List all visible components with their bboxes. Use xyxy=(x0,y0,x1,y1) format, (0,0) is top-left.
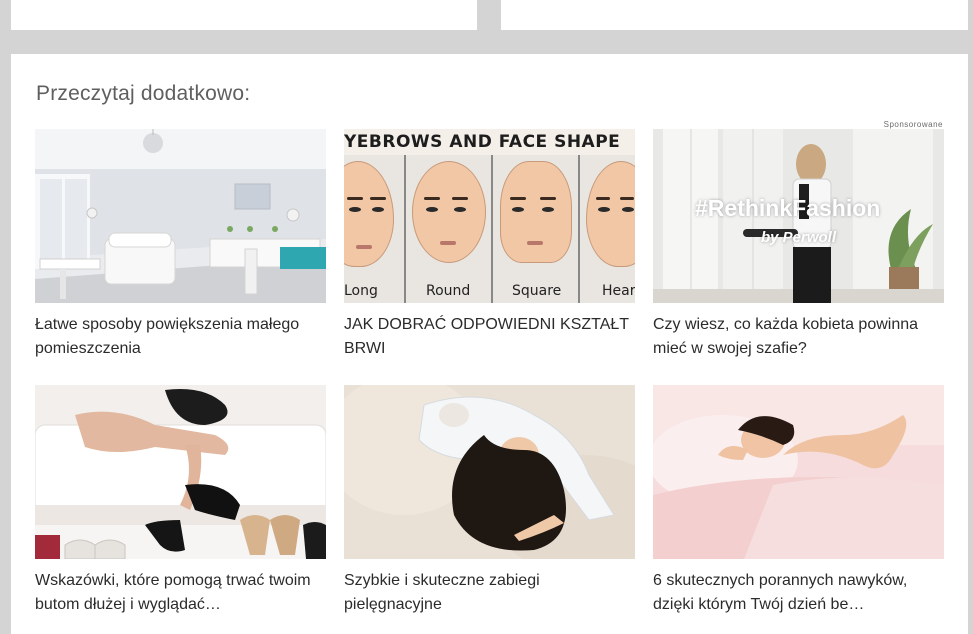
living-room-image xyxy=(35,129,326,303)
article-card-morning-habits[interactable]: 6 skutecznych porannych nawyków, dzięki … xyxy=(653,385,944,617)
article-card-beauty-treatments[interactable]: Szybkie i skuteczne zabiegi pielęgnacyjn… xyxy=(344,385,635,617)
article-card-eyebrows[interactable]: YEBROWS AND FACE SHAPE Long Round Square… xyxy=(344,129,635,361)
sleeping-woman-image xyxy=(653,385,944,559)
top-card-right xyxy=(501,0,968,30)
fashion-ad-image: #RethinkFashion by Perwoll xyxy=(653,129,944,303)
woman-on-rug-image xyxy=(344,385,635,559)
article-card-small-room[interactable]: Łatwe sposoby powiększenia małego pomies… xyxy=(35,129,326,361)
face-shapes-image: YEBROWS AND FACE SHAPE Long Round Square… xyxy=(344,129,635,303)
face-label: Square xyxy=(512,283,562,299)
shoes-image xyxy=(35,385,326,559)
ad-hashtag: #RethinkFashion xyxy=(695,195,881,221)
article-title[interactable]: JAK DOBRAĆ ODPOWIEDNI KSZTAŁT BRWI xyxy=(344,313,635,361)
face-label: Round xyxy=(426,283,471,299)
faces-panel: Long Round Square Hear xyxy=(344,155,635,303)
article-title[interactable]: Czy wiesz, co każda kobieta powinna mieć… xyxy=(653,313,944,361)
section-title: Przeczytaj dodatkowo: xyxy=(36,82,251,105)
face-label: Long xyxy=(344,283,378,299)
article-card-wardrobe-sponsored[interactable]: #RethinkFashion by Perwoll Czy wiesz, co… xyxy=(653,129,944,361)
face-label: Hear xyxy=(602,283,635,299)
image-heading: YEBROWS AND FACE SHAPE xyxy=(344,132,621,152)
article-title[interactable]: Łatwe sposoby powiększenia małego pomies… xyxy=(35,313,326,361)
sponsored-label: Sponsorowane xyxy=(883,120,943,129)
ad-brand: by Perwoll xyxy=(761,229,837,246)
recommended-articles-panel: Przeczytaj dodatkowo: Sponsorowane Łatwe… xyxy=(11,54,968,634)
article-card-shoes[interactable]: Wskazówki, które pomogą trwać twoim buto… xyxy=(35,385,326,617)
top-card-left xyxy=(11,0,477,30)
